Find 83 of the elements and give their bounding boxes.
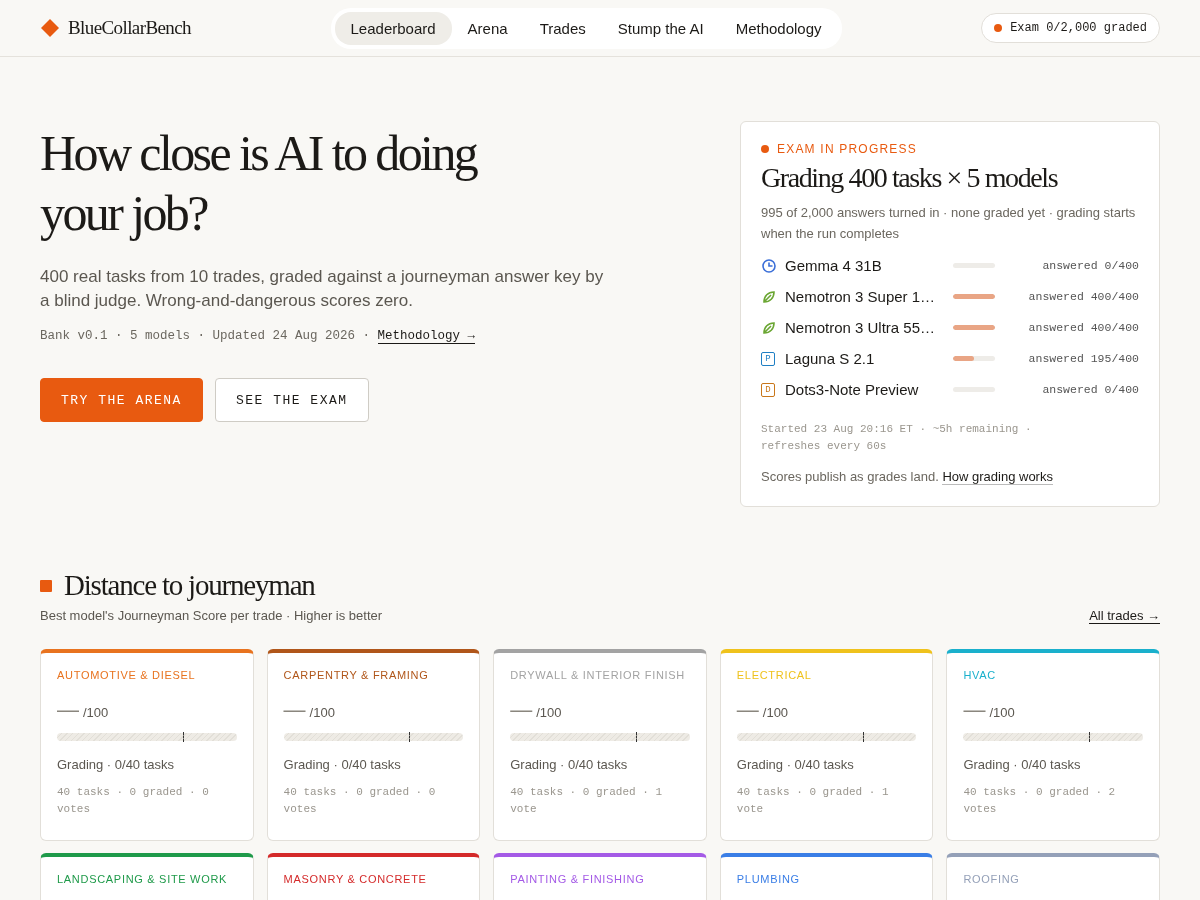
letter-icon: D <box>761 382 775 397</box>
meta-text: Bank v0.1 · 5 models · Updated 24 Aug 2026 · <box>40 329 372 343</box>
trade-meta: 40 tasks · 0 graded · 1 vote <box>736 785 890 817</box>
trade-name: ELECTRICAL <box>736 669 813 681</box>
trade-meta: 40 tasks · 0 graded · 1 vote <box>510 785 663 817</box>
trade-card[interactable]: PLUMBING <box>719 853 934 900</box>
score-max: /100 <box>762 705 789 720</box>
section-subtitle: Best model's Journeyman Score per trade · Higher is better <box>40 608 383 623</box>
hero-lead: 400 real tasks from 10 trades, graded against a journeyman answer key by a blind judge. Wrong-and-dangerous scores zero. <box>40 266 605 312</box>
model-name: Nemotron 3 Super 1… <box>785 288 937 305</box>
all-trades-link[interactable]: All trades → <box>1089 608 1160 624</box>
model-name: Nemotron 3 Ultra 55… <box>785 319 937 336</box>
trade-card[interactable]: PAINTING & FINISHING <box>493 853 707 900</box>
model-name: Dots3-Note Preview <box>785 381 920 398</box>
score-value: — <box>510 699 533 721</box>
grading-status: Grading · 0/40 tasks <box>57 757 176 772</box>
grading-status: Grading · 0/40 tasks <box>283 757 402 772</box>
target-marker <box>409 732 411 742</box>
model-name: Gemma 4 31B <box>785 257 883 274</box>
score-value: — <box>283 699 306 721</box>
hero-title: How close is AI to doing your job? <box>40 124 478 243</box>
answered-count: answered 195/400 <box>1028 352 1139 365</box>
trade-name: PAINTING & FINISHING <box>510 873 646 885</box>
nav-tab[interactable]: Leaderboard <box>334 11 452 45</box>
score-max: /100 <box>989 705 1015 720</box>
answered-count: answered 400/400 <box>1028 321 1139 334</box>
score-value: — <box>736 699 759 721</box>
trade-card[interactable]: AUTOMOTIVE & DIESEL — /100 Grading · 0/40 tasks 40 tasks · 0 graded · 0 votes <box>40 649 254 841</box>
trade-name: PLUMBING <box>736 873 801 885</box>
status-pill[interactable]: Exam 0/2,000 graded <box>981 13 1160 43</box>
trade-card[interactable]: MASONRY & CONCRETE <box>266 853 481 900</box>
trade-meta: 40 tasks · 0 graded · 0 votes <box>57 785 210 817</box>
trade-card[interactable]: DRYWALL & INTERIOR FINISH — /100 Grading · 0/40 tasks 40 tasks · 0 graded · 1 vote <box>493 649 707 841</box>
run-meta: Started 23 Aug 20:16 ET · ~5h remaining · refreshes every 60s <box>761 422 1033 454</box>
trade-meta: 40 tasks · 0 graded · 0 votes <box>283 785 437 817</box>
model-name: Laguna S 2.1 <box>785 350 876 367</box>
score-max: /100 <box>309 705 335 720</box>
target-marker <box>1089 732 1091 742</box>
trade-card[interactable]: LANDSCAPING & SITE WORK <box>40 853 254 900</box>
section-marker <box>40 579 52 592</box>
brand-name[interactable]: BlueCollarBench <box>68 17 191 39</box>
answered-count: answered 400/400 <box>1028 290 1139 303</box>
grading-status: Grading · 0/40 tasks <box>510 757 629 772</box>
score-max: /100 <box>83 705 109 720</box>
nav-tab[interactable]: Trades <box>523 11 602 45</box>
trade-name: ROOFING <box>963 873 1021 885</box>
trade-card[interactable]: CARPENTRY & FRAMING — /100 Grading · 0/40 tasks 40 tasks · 0 graded · 0 votes <box>266 649 481 841</box>
exam-button[interactable]: SEE THE EXAM <box>214 378 369 422</box>
target-marker <box>635 732 637 742</box>
logo-icon <box>40 18 60 38</box>
grading-status: Grading · 0/40 tasks <box>963 757 1082 772</box>
trade-card[interactable]: ELECTRICAL — /100 Grading · 0/40 tasks 40 tasks · 0 graded · 1 vote <box>719 649 934 841</box>
nav-tab[interactable]: Methodology <box>719 11 838 45</box>
target-marker <box>182 732 184 742</box>
nav-tab[interactable]: Arena <box>451 11 524 45</box>
arena-button[interactable]: TRY THE ARENA <box>40 378 203 422</box>
note-text: Scores publish as grades land. <box>761 469 940 484</box>
trade-name: LANDSCAPING & SITE WORK <box>57 873 229 885</box>
trade-name: MASONRY & CONCRETE <box>283 873 428 885</box>
section-title: Distance to journeyman <box>64 569 315 602</box>
exam-title: Grading 400 tasks × 5 models <box>761 162 1059 194</box>
trade-name: DRYWALL & INTERIOR FINISH <box>510 669 686 681</box>
nav-tab[interactable]: Stump the AI <box>601 11 720 45</box>
trade-name: CARPENTRY & FRAMING <box>283 669 430 681</box>
score-value: — <box>57 699 79 721</box>
status-dot <box>761 145 769 153</box>
letter-icon: P <box>761 351 775 366</box>
answered-count: answered 0/400 <box>1042 383 1139 396</box>
trade-card[interactable]: HVAC — /100 Grading · 0/40 tasks 40 tasks · 0 graded · 2 votes <box>946 649 1160 841</box>
trade-meta: 40 tasks · 0 graded · 2 votes <box>963 785 1117 817</box>
grading-link[interactable]: How grading works <box>942 469 1053 485</box>
eyebrow-label: EXAM IN PROGRESS <box>777 142 917 156</box>
answered-count: answered 0/400 <box>1042 259 1139 272</box>
exam-summary: 995 of 2,000 answers turned in · none graded yet · grading starts when the run completes <box>761 204 1137 243</box>
methodology-link[interactable]: Methodology → <box>377 329 476 344</box>
score-value: — <box>963 699 986 721</box>
status-text: Exam 0/2,000 graded <box>1010 21 1147 35</box>
trade-name: HVAC <box>963 669 997 681</box>
target-marker <box>862 732 864 742</box>
grading-status: Grading · 0/40 tasks <box>736 757 855 772</box>
trade-name: AUTOMOTIVE & DIESEL <box>57 669 197 681</box>
score-max: /100 <box>536 705 562 720</box>
status-dot <box>994 24 1003 32</box>
